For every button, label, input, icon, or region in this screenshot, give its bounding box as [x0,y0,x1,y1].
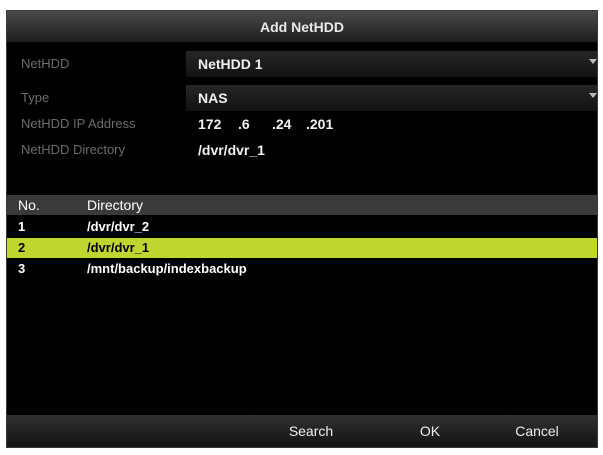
ip-octet-3[interactable]: .24 [272,111,306,137]
type-row: Type NAS [7,85,597,111]
button-bar: Search OK Cancel [7,415,597,447]
row-directory: /mnt/backup/indexbackup [87,261,247,276]
directory-table: No. Directory 1 /dvr/dvr_2 2 /dvr/dvr_1 … [7,195,597,417]
chevron-down-icon [589,93,597,98]
ip-octet-1[interactable]: 172 [198,111,238,137]
ip-address-field[interactable]: 172 .6 .24 .201 [186,111,342,137]
row-no: 2 [18,240,26,255]
table-header: No. Directory [7,195,597,215]
type-value: NAS [198,90,228,106]
nethdd-select[interactable]: NetHDD 1 [186,51,597,77]
ok-button[interactable]: OK [380,415,480,447]
type-label: Type [21,90,50,105]
nethdd-label: NetHDD [21,56,70,71]
row-no: 3 [18,261,26,276]
directory-row: NetHDD Directory /dvr/dvr_1 [7,137,597,163]
chevron-down-icon [589,59,597,64]
nethdd-value: NetHDD 1 [198,56,263,72]
header-directory: Directory [87,197,144,213]
dialog-title: Add NetHDD [7,11,597,42]
type-select[interactable]: NAS [186,85,597,111]
row-no: 1 [18,219,26,234]
row-directory: /dvr/dvr_2 [87,219,150,234]
table-row[interactable]: 1 /dvr/dvr_2 [7,217,597,237]
nethdd-row: NetHDD NetHDD 1 [7,51,597,77]
ip-label: NetHDD IP Address [21,116,136,131]
header-no: No. [18,197,40,213]
table-row[interactable]: 3 /mnt/backup/indexbackup [7,259,597,279]
ip-octet-2[interactable]: .6 [238,111,272,137]
ip-octet-4[interactable]: .201 [306,111,342,137]
cancel-button[interactable]: Cancel [487,415,587,447]
row-directory: /dvr/dvr_1 [87,240,150,255]
directory-label: NetHDD Directory [21,142,126,157]
directory-field[interactable]: /dvr/dvr_1 [186,137,265,163]
search-button[interactable]: Search [261,415,361,447]
ip-row: NetHDD IP Address 172 .6 .24 .201 [7,111,597,137]
table-row-selected[interactable]: 2 /dvr/dvr_1 [7,238,597,258]
add-nethdd-dialog: Add NetHDD NetHDD NetHDD 1 Type NAS NetH… [6,10,598,448]
